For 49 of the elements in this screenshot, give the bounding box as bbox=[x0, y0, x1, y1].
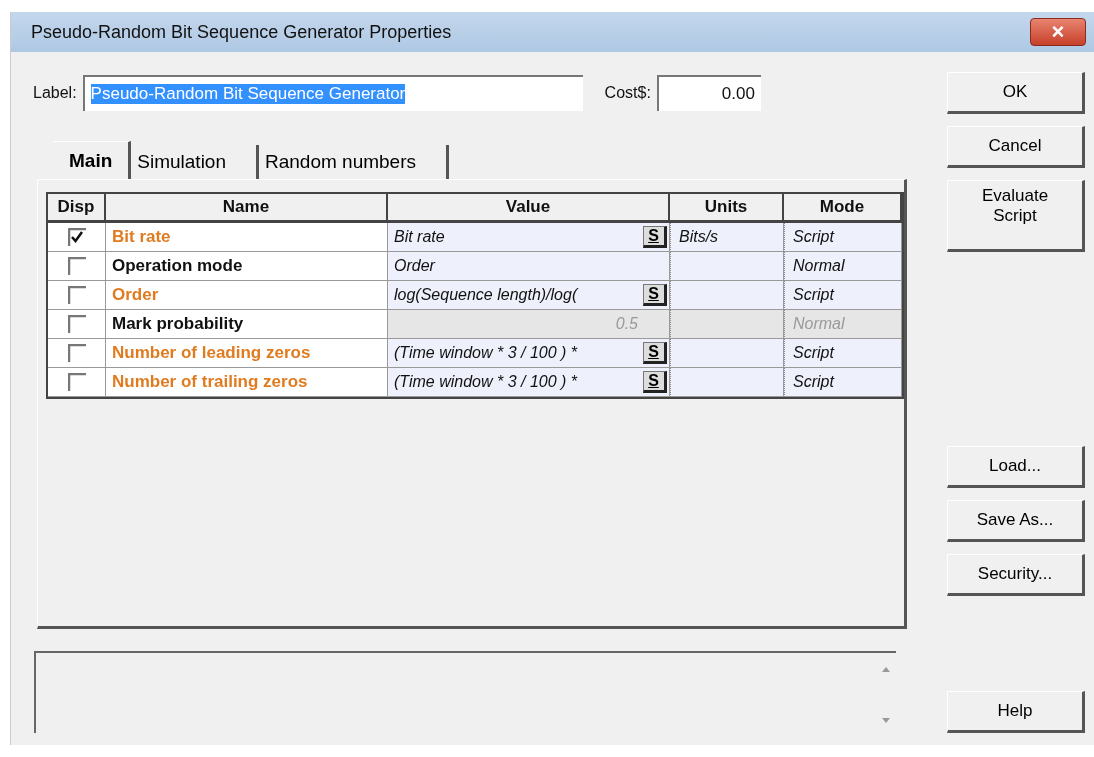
checkbox[interactable] bbox=[67, 257, 86, 275]
column-header: Units bbox=[670, 194, 784, 223]
dialog-button[interactable]: Security... bbox=[947, 554, 1085, 596]
window-title: Pseudo-Random Bit Sequence Generator Properties bbox=[31, 21, 452, 43]
table-cell: log(Sequence length)/log( bbox=[388, 281, 640, 310]
table-cell: Number of trailing zeros bbox=[106, 368, 388, 397]
help-button[interactable]: Help bbox=[947, 691, 1085, 733]
table-cell: Bits/s bbox=[670, 223, 784, 252]
checkbox[interactable] bbox=[67, 286, 86, 304]
table-cell: Number of leading zeros bbox=[106, 339, 388, 368]
table-cell: Bit rate bbox=[106, 223, 388, 252]
checkbox[interactable] bbox=[67, 344, 86, 362]
table-cell: (Time window * 3 / 100 ) * bbox=[388, 339, 640, 368]
label-caption: Label: bbox=[33, 84, 77, 102]
script-button[interactable]: S bbox=[642, 226, 667, 248]
script-button[interactable]: S bbox=[642, 284, 667, 306]
close-button[interactable]: × bbox=[1030, 18, 1086, 46]
dialog-button[interactable]: Cancel bbox=[947, 126, 1085, 168]
description-box[interactable] bbox=[34, 651, 896, 733]
table-cell: Order bbox=[106, 281, 388, 310]
table-cell: Bit rate bbox=[388, 223, 640, 252]
table-cell: 0.5 bbox=[388, 310, 640, 339]
column-header: Mode bbox=[784, 194, 902, 223]
checkbox[interactable] bbox=[67, 228, 86, 246]
column-header: Name bbox=[106, 194, 388, 223]
table-cell: Normal bbox=[784, 252, 902, 281]
column-header: Disp bbox=[48, 194, 106, 223]
tab[interactable]: Main bbox=[53, 141, 132, 179]
dialog-button[interactable]: Evaluate Script bbox=[947, 180, 1085, 252]
column-header: Value bbox=[388, 194, 670, 223]
scroll-up-icon[interactable] bbox=[882, 667, 890, 672]
cost-field[interactable]: 0.00 bbox=[656, 75, 761, 111]
script-button[interactable]: S bbox=[642, 371, 667, 393]
dialog-button[interactable]: Save As... bbox=[947, 500, 1085, 542]
dialog-button[interactable]: OK bbox=[947, 72, 1085, 114]
script-button[interactable]: S bbox=[642, 342, 667, 364]
table-cell: Order bbox=[388, 252, 640, 281]
scroll-down-icon[interactable] bbox=[882, 718, 890, 723]
dialog-button[interactable]: Load... bbox=[947, 446, 1085, 488]
table-cell: Normal bbox=[784, 310, 902, 339]
table-cell: (Time window * 3 / 100 ) * bbox=[388, 368, 640, 397]
table-cell: Script bbox=[784, 223, 902, 252]
table-cell: Operation mode bbox=[106, 252, 388, 281]
table-cell: Script bbox=[784, 281, 902, 310]
table-cell: Script bbox=[784, 339, 902, 368]
checkbox[interactable] bbox=[67, 373, 86, 391]
table-cell: Script bbox=[784, 368, 902, 397]
cost-caption: Cost$: bbox=[604, 84, 651, 102]
table-cell: Mark probability bbox=[106, 310, 388, 339]
